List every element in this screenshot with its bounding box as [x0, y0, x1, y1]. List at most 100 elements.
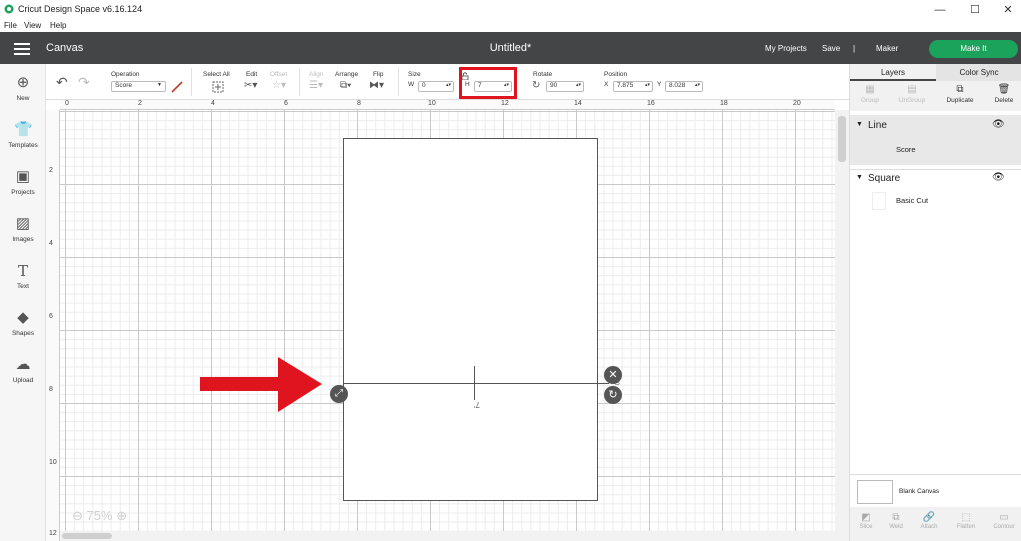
handle-dimension-label: 0.0 [613, 376, 620, 386]
line-center-mark [474, 366, 475, 400]
operation-value: Score [115, 82, 132, 89]
rail-upload[interactable]: ☁ Upload [0, 356, 46, 384]
zoom-in-icon[interactable]: ⊕ [116, 508, 127, 523]
minimize-button[interactable]: — [928, 2, 952, 18]
select-all-icon[interactable] [212, 81, 224, 93]
duplicate-label: Duplicate [946, 97, 974, 104]
flip-icon[interactable]: ⧓▾ [369, 80, 384, 91]
scissors-icon[interactable]: ✂▾ [244, 80, 257, 91]
blank-canvas-swatch[interactable] [857, 480, 893, 504]
delete-button[interactable]: 🗑 Delete [984, 84, 1021, 104]
stepper-icon[interactable]: ▴▾ [446, 82, 451, 88]
ruler-tick: 6 [284, 100, 288, 107]
ungroup-button[interactable]: ▤ UnGroup [892, 84, 932, 104]
save-link[interactable]: Save [822, 44, 840, 53]
y-input[interactable]: 8.028 ▴▾ [665, 81, 703, 92]
app-title: Cricut Design Space v6.16.124 [18, 4, 143, 14]
projects-icon: ▣ [15, 168, 31, 185]
document-title[interactable]: Untitled* [0, 42, 1021, 54]
contour-label: Contour [993, 524, 1015, 530]
arrange-icon[interactable]: ⧉▾ [340, 80, 351, 91]
group-icon: ▦ [865, 84, 875, 95]
size-label: Size [408, 71, 421, 78]
attach-icon: 🔗 [922, 512, 936, 523]
rail-projects[interactable]: ▣ Projects [0, 168, 46, 196]
menu-file[interactable]: File [4, 21, 17, 30]
offset-label: Offset [270, 71, 288, 78]
slice-button[interactable]: ◩ Slice [850, 512, 882, 530]
design-canvas[interactable]: 7' ⤢ ✕ ↻ 0.0 ⊖ 75% ⊕ [60, 110, 835, 541]
stepper-icon[interactable]: ▴▾ [645, 82, 650, 88]
zoom-control[interactable]: ⊖ 75% ⊕ [72, 508, 127, 524]
rail-templates[interactable]: 👕 Templates [0, 121, 46, 149]
maximize-button[interactable]: ☐ [963, 2, 987, 18]
operation-select[interactable]: Score ▼ [111, 81, 166, 92]
rail-text[interactable]: T Text [0, 262, 46, 290]
score-color-swatch-icon[interactable] [171, 81, 183, 93]
flatten-button[interactable]: ⬚ Flatten [950, 512, 982, 530]
contour-button[interactable]: ▭ Contour [988, 512, 1020, 530]
my-projects-link[interactable]: My Projects [765, 44, 807, 53]
redo-icon[interactable]: ↷ [78, 74, 90, 91]
group-label: Group [860, 97, 880, 104]
width-input[interactable]: 0 ▴▾ [418, 81, 454, 92]
blank-canvas-label: Blank Canvas [899, 488, 940, 495]
trash-icon: 🗑 [997, 84, 1011, 95]
layer-name[interactable]: Score [896, 145, 916, 154]
layer-group-square[interactable]: ▼ Square 👁 [850, 169, 1021, 190]
ungroup-label: UnGroup [898, 97, 926, 104]
collapse-caret-icon[interactable]: ▼ [856, 174, 863, 181]
rail-new[interactable]: ⊕ New [0, 74, 46, 102]
score-line[interactable] [343, 383, 609, 384]
line-dimension-label: 7' [474, 400, 480, 409]
eye-icon[interactable]: 👁 [992, 119, 1005, 130]
ruler-tick: 12 [49, 530, 57, 537]
machine-select[interactable]: Maker [876, 44, 898, 53]
tab-color-sync[interactable]: Color Sync [936, 64, 1021, 81]
weld-label: Weld [889, 524, 903, 530]
flatten-label: Flatten [956, 524, 976, 530]
align-icon[interactable]: ☰▾ [309, 80, 323, 91]
menu-help[interactable]: Help [50, 21, 66, 30]
attach-button[interactable]: 🔗 Attach [913, 512, 945, 530]
vertical-scrollbar[interactable] [835, 110, 849, 541]
tab-layers[interactable]: Layers [850, 64, 936, 81]
layer-group-line[interactable]: ▼ Line 👁 [850, 118, 1021, 139]
ruler-tick: 8 [357, 100, 361, 107]
duplicate-button[interactable]: ⧉ Duplicate [940, 84, 980, 104]
rotate-handle-icon[interactable]: ↻ [604, 386, 622, 404]
stepper-icon[interactable]: ▴▾ [576, 82, 581, 88]
ruler-tick: 4 [49, 240, 53, 247]
group-button[interactable]: ▦ Group [850, 84, 890, 104]
rotate-input[interactable]: 90 ▴▾ [546, 81, 584, 92]
weld-button[interactable]: ⧉ Weld [880, 512, 912, 530]
red-arrow-annotation-icon [200, 357, 322, 412]
x-input[interactable]: 7.875 ▴▾ [613, 81, 653, 92]
rail-shapes[interactable]: ◆ Shapes [0, 309, 46, 337]
menu-view[interactable]: View [24, 21, 41, 30]
operation-label: Operation [111, 71, 140, 78]
close-window-button[interactable]: ✕ [996, 2, 1020, 18]
left-rail: ⊕ New 👕 Templates ▣ Projects ▨ Images T … [0, 64, 46, 541]
rail-images[interactable]: ▨ Images [0, 215, 46, 243]
toolbar-divider [299, 68, 300, 96]
ruler-tick: 2 [138, 100, 142, 107]
header-separator: | [853, 44, 856, 53]
layer-name[interactable]: Basic Cut [896, 196, 928, 205]
scroll-thumb[interactable] [838, 116, 846, 162]
square-shape[interactable] [343, 138, 598, 501]
resize-handle-icon[interactable]: ⤢ [330, 385, 348, 403]
zoom-out-icon[interactable]: ⊖ [72, 508, 83, 523]
shirt-icon: 👕 [14, 121, 33, 138]
app-header: Canvas Untitled* My Projects Save | Make… [0, 32, 1021, 83]
offset-star-icon[interactable]: ☆▾ [272, 80, 286, 91]
collapse-caret-icon[interactable]: ▼ [856, 121, 863, 128]
horizontal-scrollbar[interactable] [60, 531, 835, 541]
group-name: Square [868, 173, 901, 184]
stepper-icon[interactable]: ▴▾ [695, 82, 700, 88]
make-it-button[interactable]: Make It [929, 40, 1018, 58]
flip-label: Flip [373, 71, 384, 78]
undo-icon[interactable]: ↶ [56, 74, 68, 91]
eye-icon[interactable]: 👁 [992, 172, 1005, 183]
scroll-thumb[interactable] [62, 533, 112, 539]
